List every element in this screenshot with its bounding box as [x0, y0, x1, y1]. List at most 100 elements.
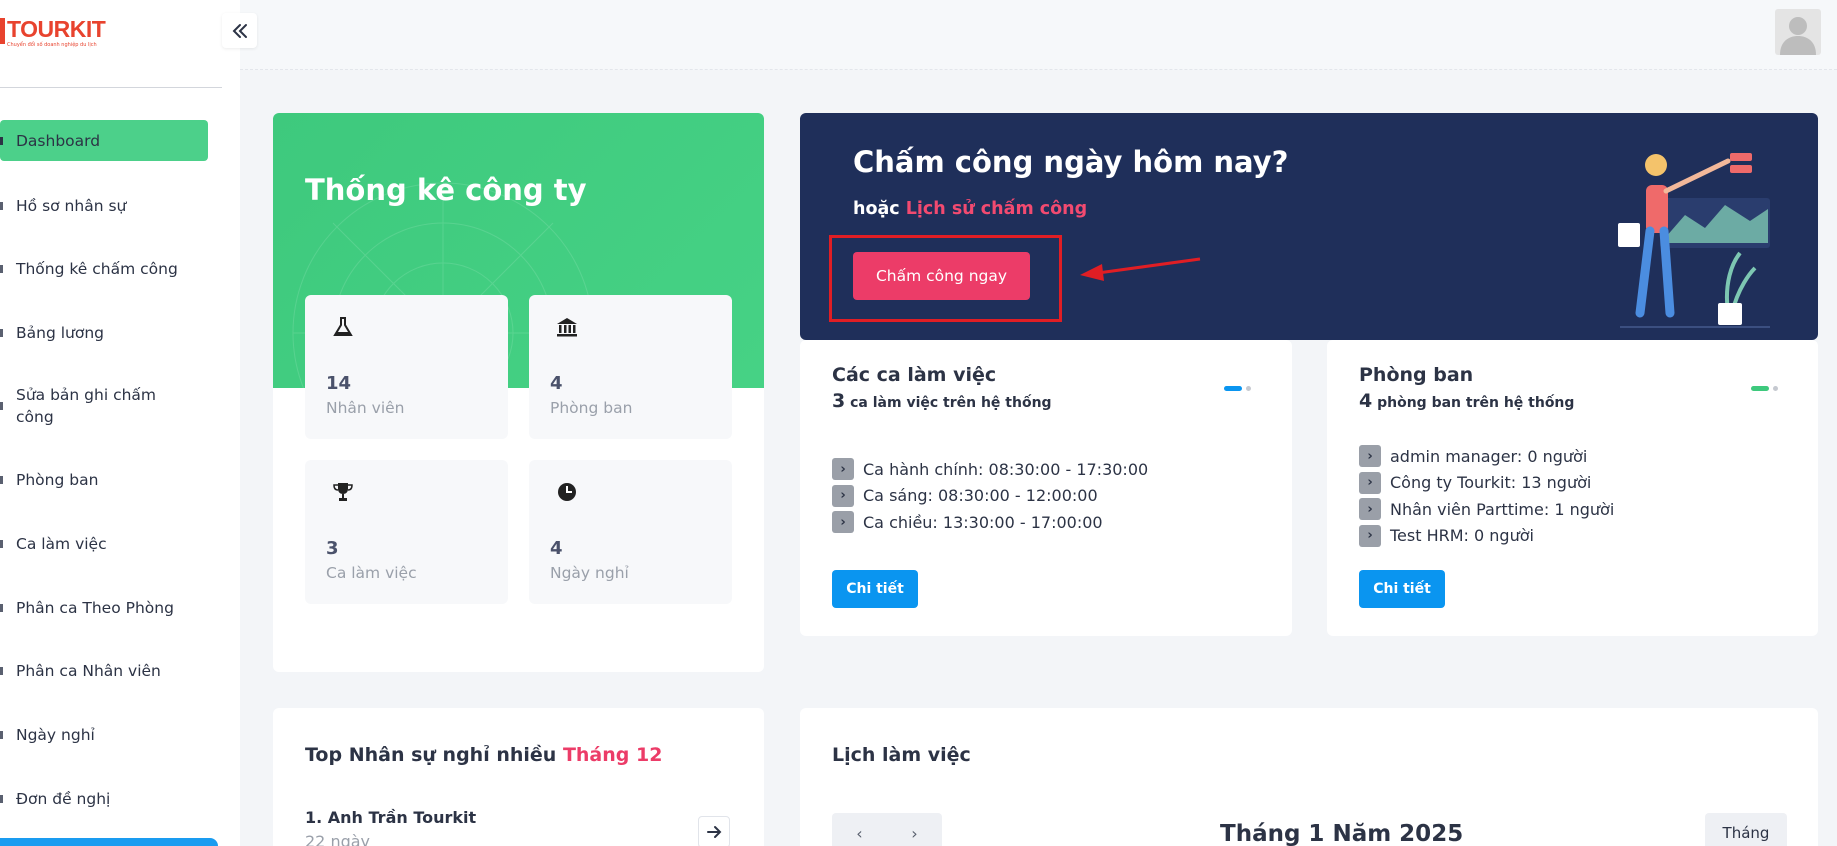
sidebar-item-phong-ban[interactable]: Phòng ban [0, 469, 208, 491]
sidebar: TOURKIT Chuyển đổi số doanh nghiệp du lị… [0, 0, 240, 846]
stats-icon [0, 265, 3, 273]
chevron-right-icon: › [1359, 471, 1381, 494]
stat-shifts: 3 Ca làm việc [305, 460, 508, 604]
attendance-banner: Chấm công ngày hôm nay? hoặc Lịch sử chấ… [800, 113, 1818, 340]
sidebar-bottom-button[interactable] [0, 838, 218, 846]
list-item: › Công ty Tourkit: 13 người [1359, 470, 1614, 497]
sidebar-item-label: Thống kê chấm công [16, 260, 178, 278]
chevron-right-icon: › [1359, 498, 1381, 521]
calendar-next-button[interactable]: › [911, 824, 917, 843]
clock-icon [558, 483, 576, 501]
sidebar-item-dashboard[interactable]: Dashboard [0, 120, 208, 161]
request-icon [0, 795, 3, 803]
sidebar-item-label: Phân ca Theo Phòng [16, 599, 174, 617]
user-silhouette-icon [1780, 17, 1816, 55]
top-leave-days: 22 ngày [305, 832, 371, 846]
calendar-view-month-button[interactable]: Tháng [1705, 813, 1787, 846]
calendar-title: Lịch làm việc [832, 744, 971, 766]
chevron-right-icon: › [832, 511, 854, 534]
stat-value: 4 [550, 538, 563, 559]
stat-caption: Nhân viên [326, 399, 405, 417]
chevron-right-icon: › [1359, 445, 1381, 468]
shifts-title: Các ca làm việc [832, 364, 997, 386]
sidebar-item-label: Dashboard [16, 131, 101, 150]
stat-caption: Ca làm việc [326, 564, 417, 582]
top-leave-card: Top Nhân sự nghỉ nhiều Tháng 12 1. Anh T… [273, 708, 764, 846]
stat-caption: Phòng ban [550, 399, 633, 417]
top-leave-next-button[interactable] [698, 816, 730, 846]
shifts-list: › Ca hành chính: 08:30:00 - 17:30:00 › C… [832, 456, 1148, 536]
chevron-right-icon: › [832, 458, 854, 481]
stat-employees: 14 Nhân viên [305, 295, 508, 439]
shifts-card: Các ca làm việc 3 ca làm việc trên hệ th… [800, 340, 1292, 636]
attendance-history-link[interactable]: Lịch sử chấm công [906, 199, 1087, 219]
top-leave-title: Top Nhân sự nghỉ nhiều Tháng 12 [305, 744, 663, 766]
pager-dot[interactable] [1246, 386, 1251, 391]
edit-icon [0, 402, 3, 410]
trophy-icon [333, 483, 353, 501]
list-item: › Test HRM: 0 người [1359, 523, 1614, 550]
list-item: › admin manager: 0 người [1359, 443, 1614, 470]
sidebar-item-label: Phòng ban [16, 471, 99, 489]
sidebar-item-label: Phân ca Nhân viên [16, 662, 161, 680]
salary-icon [0, 329, 3, 337]
collapse-sidebar-button[interactable] [222, 13, 257, 48]
sidebar-item-ca-lam-viec[interactable]: Ca làm việc [0, 533, 208, 555]
assign-employee-icon [0, 667, 3, 675]
sidebar-item-bang-luong[interactable]: Bảng lương [0, 322, 208, 344]
pager-active-dot[interactable] [1751, 386, 1769, 391]
shifts-count-suffix: ca làm việc trên hệ thống [850, 395, 1052, 411]
departments-count-suffix: phòng ban trên hệ thống [1377, 395, 1575, 411]
list-item: › Nhân viên Parttime: 1 người [1359, 496, 1614, 523]
company-stats-card: Thống kê công ty 14 Nhân viên 4 Phòng ba… [273, 113, 764, 672]
stat-value: 4 [550, 373, 563, 394]
departments-count-value: 4 [1359, 390, 1373, 412]
leave-icon [0, 731, 3, 739]
sidebar-item-phan-ca-theo-phong[interactable]: Phân ca Theo Phòng [0, 597, 208, 619]
calendar-month-title: Tháng 1 Năm 2025 [1220, 821, 1464, 846]
pager-active-dot[interactable] [1224, 386, 1242, 391]
sidebar-item-don-de-nghi[interactable]: Đơn đề nghị [0, 788, 208, 810]
person-illustration-icon [1618, 153, 1770, 328]
stat-days-off: 4 Ngày nghỉ [529, 460, 732, 604]
profile-icon [0, 202, 3, 210]
user-avatar[interactable] [1775, 9, 1821, 55]
top-bar [240, 0, 1837, 70]
attendance-title: Chấm công ngày hôm nay? [853, 145, 1289, 179]
shifts-pager[interactable] [1224, 386, 1251, 391]
stat-value: 3 [326, 538, 339, 559]
sidebar-item-ho-so-nhan-su[interactable]: Hồ sơ nhân sự [0, 195, 208, 217]
pager-dot[interactable] [1773, 386, 1778, 391]
sidebar-item-thong-ke-cham-cong[interactable]: Thống kê chấm công [0, 258, 208, 280]
logo-title: TOURKIT [7, 16, 106, 42]
departments-detail-button[interactable]: Chi tiết [1359, 570, 1445, 608]
departments-title: Phòng ban [1359, 364, 1474, 386]
departments-count: 4 phòng ban trên hệ thống [1359, 390, 1574, 412]
calendar-card: Lịch làm việc ‹ › Tháng 1 Năm 2025 Tháng [800, 708, 1818, 846]
shifts-detail-button[interactable]: Chi tiết [832, 570, 918, 608]
sidebar-item-ngay-nghi[interactable]: Ngày nghỉ [0, 724, 208, 746]
logo-tagline: Chuyển đổi số doanh nghiệp du lịch [7, 42, 97, 48]
departments-pager[interactable] [1751, 386, 1778, 391]
sidebar-item-sua-ban-ghi[interactable]: Sửa bản ghi chấm công [0, 384, 208, 428]
sidebar-item-phan-ca-nhan-vien[interactable]: Phân ca Nhân viên [0, 660, 208, 682]
calendar-nav: ‹ › [832, 813, 942, 846]
sidebar-divider [0, 87, 222, 88]
calendar-prev-button[interactable]: ‹ [856, 824, 862, 843]
dashboard-icon [0, 136, 3, 145]
shift-icon [0, 540, 3, 548]
department-icon [0, 476, 3, 484]
tourkit-logo[interactable]: TOURKIT Chuyển đổi số doanh nghiệp du lị… [0, 16, 106, 48]
flask-icon [333, 317, 353, 336]
sidebar-item-label: Ngày nghỉ [16, 726, 95, 744]
check-in-button[interactable]: Chấm công ngay [853, 252, 1030, 300]
top-leave-person: 1. Anh Trần Tourkit [305, 808, 477, 827]
logo-mark-icon [0, 18, 5, 44]
arrow-right-icon [707, 826, 722, 838]
sidebar-item-label: Ca làm việc [16, 535, 107, 553]
sidebar-item-label: Đơn đề nghị [16, 790, 111, 808]
bank-icon [557, 318, 577, 337]
departments-list: › admin manager: 0 người › Công ty Tourk… [1359, 443, 1614, 549]
departments-card: Phòng ban 4 phòng ban trên hệ thống › ad… [1327, 340, 1818, 636]
attendance-subtitle: hoặc Lịch sử chấm công [853, 199, 1087, 219]
